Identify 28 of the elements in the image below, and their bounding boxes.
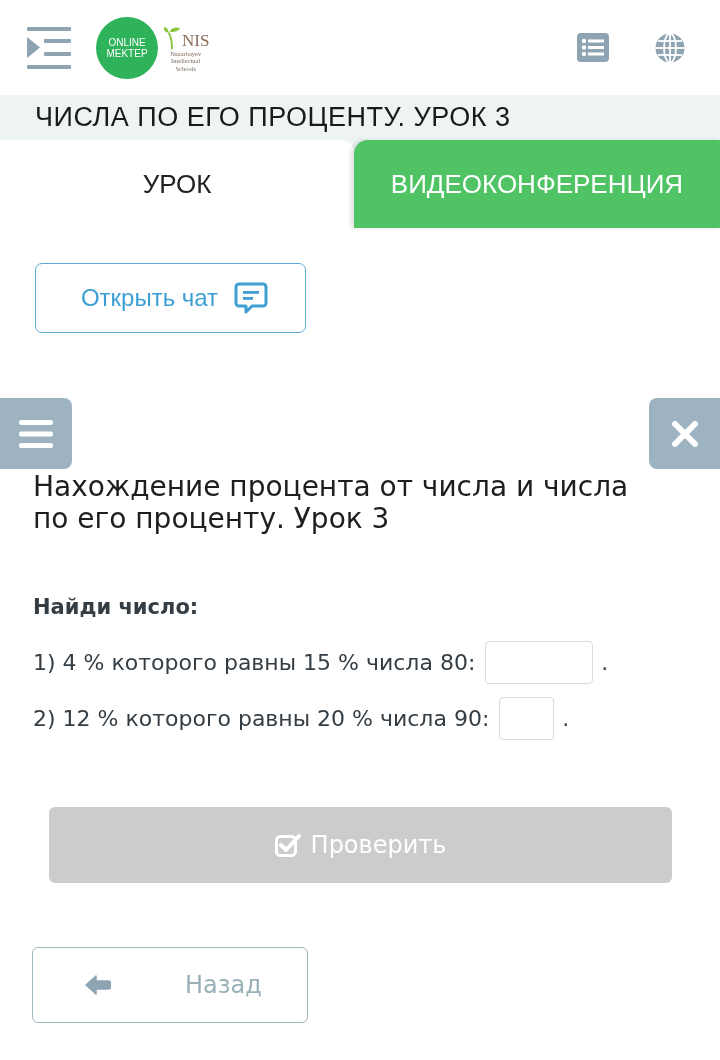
list-icon[interactable] bbox=[577, 33, 609, 62]
checkbox-icon bbox=[274, 833, 301, 857]
close-button[interactable] bbox=[649, 398, 720, 469]
arrow-left-icon bbox=[85, 975, 111, 995]
tab[interactable]: ВИДЕОКОНФЕРЕНЦИЯ bbox=[354, 140, 720, 228]
answer-field[interactable] bbox=[485, 640, 594, 684]
sprout-icon bbox=[162, 24, 182, 50]
logo-text: MEKTEP bbox=[106, 47, 148, 59]
page-title: ЧИСЛА ПО ЕГО ПРОЦЕНТУ. УРОК 3 bbox=[35, 102, 511, 133]
chat-icon bbox=[234, 281, 269, 315]
task-text: 2) 12 % которого равны 20 % числа 90: bbox=[33, 705, 490, 731]
lesson-title: Нахождение процента от числа и числа по его проценту. Урок 3 bbox=[33, 469, 630, 535]
logo-text: NIS bbox=[182, 31, 210, 50]
period-text: . bbox=[601, 649, 609, 675]
menu-button[interactable] bbox=[0, 398, 72, 469]
task-prompt: Найди число: bbox=[33, 594, 200, 621]
menu-icon[interactable] bbox=[27, 26, 71, 69]
tab[interactable]: УРОК bbox=[0, 140, 354, 228]
close-icon bbox=[671, 420, 698, 447]
back-button[interactable]: Назад bbox=[32, 947, 308, 1023]
menu-icon bbox=[19, 419, 53, 448]
open-chat-button[interactable]: Открыть чат bbox=[35, 263, 306, 333]
globe-icon[interactable] bbox=[654, 31, 686, 64]
logo-text: ONLINE bbox=[108, 36, 146, 48]
logo-badge[interactable]: ONLINE MEKTEP bbox=[96, 16, 158, 79]
period-text: . bbox=[562, 705, 570, 731]
answer-field[interactable] bbox=[499, 696, 555, 740]
task-text: 1) 4 % которого равны 15 % числа 80: bbox=[33, 649, 476, 675]
